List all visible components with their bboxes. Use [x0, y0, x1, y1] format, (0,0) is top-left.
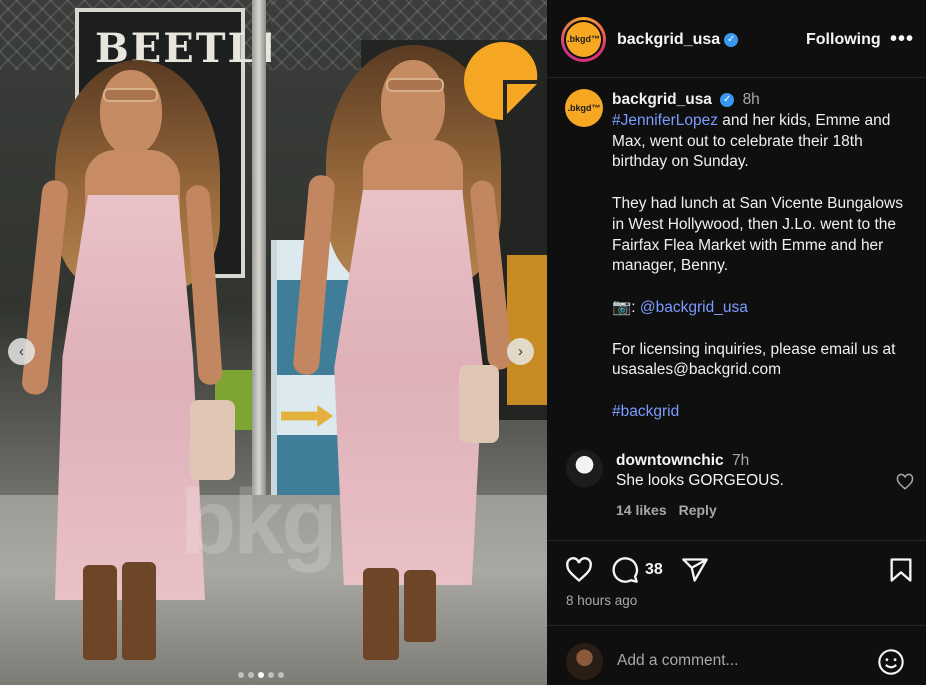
current-user-avatar [566, 643, 603, 680]
post-media[interactable]: BEETLE LE E [0, 0, 547, 685]
watermark: bkg [180, 471, 338, 573]
following-button[interactable]: Following [806, 31, 881, 49]
commenter-avatar[interactable] [566, 450, 603, 487]
mention-link[interactable]: @backgrid_usa [640, 299, 748, 316]
comment-username[interactable]: downtownchic [616, 452, 724, 469]
slide-dot [278, 672, 284, 678]
post-sidebar: .bkgd™ backgrid_usa ✓ Following ••• .bkgd… [547, 0, 926, 685]
save-bookmark-icon[interactable] [887, 556, 915, 584]
avatar-text: .bkgd™ [566, 22, 601, 57]
emoji-icon[interactable] [877, 648, 905, 676]
post-header: .bkgd™ backgrid_usa ✓ Following ••• [547, 0, 926, 78]
profile-avatar[interactable]: .bkgd™ [561, 17, 606, 62]
slide-indicator [238, 672, 284, 678]
divider [547, 625, 926, 626]
caption-time: 8h [742, 91, 760, 108]
photo-left: BEETLE LE E [0, 0, 271, 685]
comment-time: 7h [731, 452, 750, 469]
slide-dot [248, 672, 254, 678]
verified-badge-icon: ✓ [720, 92, 735, 107]
share-send-icon[interactable] [681, 556, 709, 584]
add-comment-input[interactable]: Add a comment... [617, 652, 738, 670]
verified-badge-icon: ✓ [724, 32, 739, 47]
slide-dot [238, 672, 244, 678]
divider [547, 540, 926, 541]
header-username[interactable]: backgrid_usa ✓ [617, 31, 739, 49]
comment-likes[interactable]: 14 likes [616, 502, 667, 518]
caption-username[interactable]: backgrid_usa [612, 91, 712, 108]
licensing-paragraph: For licensing inquiries, please email us… [612, 340, 896, 379]
comment-like-heart-icon[interactable] [896, 473, 914, 491]
caption-paragraph: They had lunch at San Vicente Bungalows … [612, 194, 903, 275]
next-slide-button[interactable]: › [507, 338, 534, 365]
camera-icon: 📷: [612, 298, 640, 316]
comment-bubble-icon[interactable] [611, 556, 639, 584]
action-bar: 38 [565, 556, 915, 586]
slide-dot-active [258, 672, 264, 678]
backgrid-logo-icon [464, 41, 538, 121]
hashtag-link-backgrid[interactable]: #backgrid [612, 403, 679, 420]
comment-count: 38 [645, 561, 663, 578]
post-time-ago: 8 hours ago [566, 593, 638, 608]
comment-meta: 14 likes Reply [616, 502, 717, 518]
reply-button[interactable]: Reply [679, 502, 717, 518]
caption-avatar[interactable]: .bkgd™ [565, 89, 603, 127]
post-caption: backgrid_usa ✓ 8h #JenniferLopez and her… [612, 90, 917, 423]
like-heart-icon[interactable] [565, 556, 593, 584]
comment: downtownchic 7h She looks GORGEOUS. [616, 451, 886, 491]
previous-slide-button[interactable]: ‹ [8, 338, 35, 365]
hashtag-link[interactable]: #JenniferLopez [612, 112, 718, 129]
slide-dot [268, 672, 274, 678]
more-options-icon[interactable]: ••• [890, 28, 914, 51]
header-username-text[interactable]: backgrid_usa [617, 31, 720, 48]
comment-text: She looks GORGEOUS. [616, 472, 784, 489]
